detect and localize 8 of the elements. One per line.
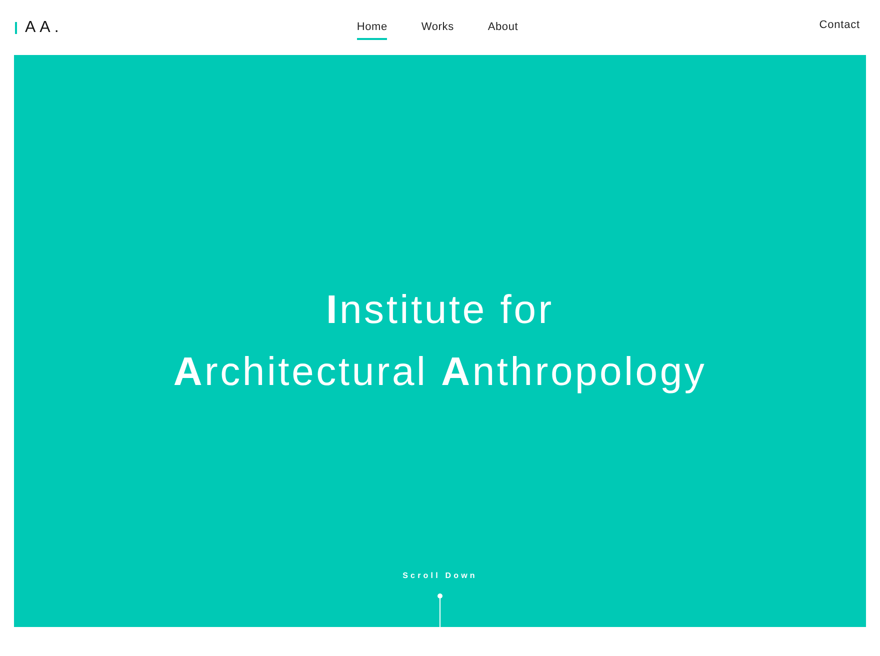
contact-link[interactable]: Contact [819,19,860,32]
nav-link[interactable]: About [488,21,518,40]
hero-title: Institute for Architectural Anthropology [173,287,707,396]
nav-link[interactable]: Works [421,21,454,40]
scroll-down-label: Scroll Down [402,571,478,581]
scroll-line-icon [436,593,443,627]
nav-link[interactable]: Home [356,21,388,40]
logo-text: AA. [25,20,63,36]
